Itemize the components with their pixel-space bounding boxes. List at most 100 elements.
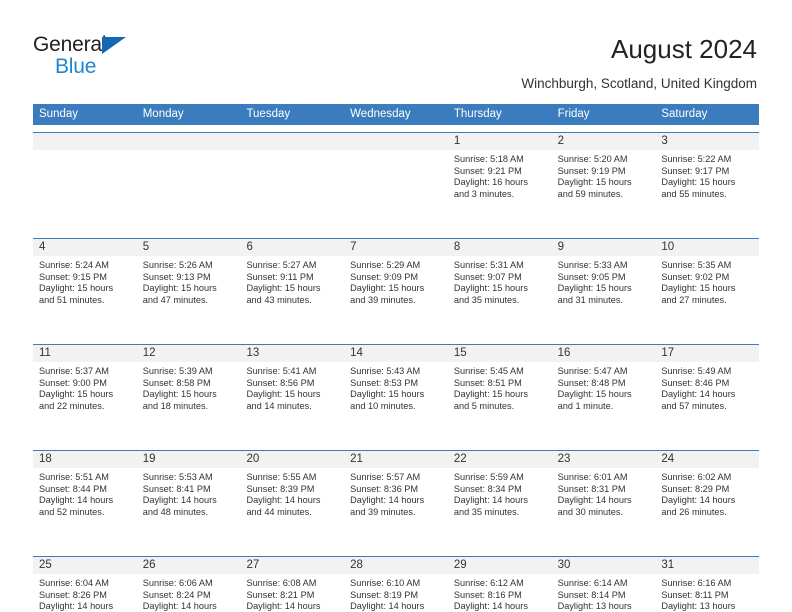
day-number[interactable]: 24 [655,451,759,468]
day-number[interactable]: 10 [655,239,759,256]
calendar-day-cell[interactable]: Sunrise: 5:45 AM Sunset: 8:51 PM Dayligh… [447,362,552,443]
daylight-text-cont: and 39 minutes. [350,294,416,305]
sunset-text: Sunset: 8:29 PM [661,483,730,494]
daylight-text: Daylight: 15 hours [39,283,114,294]
calendar-day-cell[interactable]: Sunrise: 5:49 AM Sunset: 8:46 PM Dayligh… [655,362,760,443]
day-number[interactable]: 17 [655,345,759,362]
calendar-day-cell[interactable]: Sunrise: 5:37 AM Sunset: 9:00 PM Dayligh… [33,362,137,443]
calendar-day-cell[interactable]: Sunrise: 5:59 AM Sunset: 8:34 PM Dayligh… [447,468,552,549]
daylight-text-cont: and 5 minutes. [453,400,515,411]
calendar-day-cell[interactable]: Sunrise: 5:26 AM Sunset: 9:13 PM Dayligh… [136,256,241,337]
day-number[interactable]: 19 [137,451,241,468]
day-number[interactable]: 30 [552,557,656,574]
calendar-day-cell[interactable]: Sunrise: 5:55 AM Sunset: 8:39 PM Dayligh… [240,468,345,549]
day-number[interactable]: 9 [552,239,656,256]
calendar-day-cell[interactable]: Sunrise: 5:29 AM Sunset: 9:09 PM Dayligh… [344,256,448,337]
calendar-day-cell[interactable]: Sunrise: 5:27 AM Sunset: 9:11 PM Dayligh… [240,256,345,337]
calendar-day-cell[interactable]: Sunrise: 5:57 AM Sunset: 8:36 PM Dayligh… [344,468,448,549]
sunset-text: Sunset: 8:53 PM [350,377,419,388]
calendar-day-cell[interactable]: Sunrise: 5:35 AM Sunset: 9:02 PM Dayligh… [655,256,760,337]
daylight-text: Daylight: 15 hours [661,177,736,188]
day-number[interactable]: 3 [655,133,759,150]
calendar-day-cell[interactable]: Sunrise: 5:47 AM Sunset: 8:48 PM Dayligh… [551,362,656,443]
day-number[interactable]: 29 [448,557,552,574]
calendar-day-cell[interactable]: Sunrise: 5:51 AM Sunset: 8:44 PM Dayligh… [33,468,137,549]
calendar-day-cell[interactable]: Sunrise: 5:31 AM Sunset: 9:07 PM Dayligh… [447,256,552,337]
calendar-day-cell[interactable]: Sunrise: 5:18 AM Sunset: 9:21 PM Dayligh… [447,150,552,231]
day-number[interactable] [344,133,448,150]
day-number[interactable]: 26 [137,557,241,574]
day-number[interactable]: 12 [137,345,241,362]
day-number[interactable]: 23 [552,451,656,468]
sunrise-text: Sunrise: 6:14 AM [557,578,628,588]
calendar-day-cell[interactable]: Sunrise: 6:08 AM Sunset: 8:21 PM Dayligh… [240,574,345,612]
calendar-day-cell[interactable]: Sunrise: 5:22 AM Sunset: 9:17 PM Dayligh… [655,150,760,231]
calendar-day-cell[interactable]: Sunrise: 5:39 AM Sunset: 8:58 PM Dayligh… [136,362,241,443]
dow-monday: Monday [142,108,184,120]
sunset-text: Sunset: 8:44 PM [39,483,107,494]
day-number[interactable]: 6 [240,239,344,256]
day-number[interactable]: 13 [240,345,344,362]
calendar-day-cell[interactable]: Sunrise: 6:06 AM Sunset: 8:24 PM Dayligh… [136,574,241,612]
day-number[interactable]: 22 [448,451,552,468]
daylight-text: Daylight: 15 hours [142,283,217,294]
day-number[interactable]: 25 [33,557,137,574]
sunset-text: Sunset: 8:21 PM [246,589,315,600]
sunset-text: Sunset: 9:21 PM [453,165,522,176]
day-number[interactable]: 5 [137,239,241,256]
day-number[interactable] [240,133,344,150]
calendar-day-cell[interactable]: Sunrise: 6:12 AM Sunset: 8:16 PM Dayligh… [447,574,552,612]
general-blue-logo[interactable]: General Blue [33,33,203,85]
daylight-text: Daylight: 14 hours [39,495,114,506]
day-number[interactable]: 21 [344,451,448,468]
day-number[interactable]: 1 [448,133,552,150]
calendar-day-cell[interactable]: Sunrise: 6:02 AM Sunset: 8:29 PM Dayligh… [655,468,760,549]
daylight-text: Daylight: 15 hours [350,283,425,294]
calendar-day-cell[interactable] [240,150,345,231]
calendar-day-cell[interactable]: Sunrise: 6:16 AM Sunset: 8:11 PM Dayligh… [655,574,760,612]
day-number[interactable]: 31 [655,557,759,574]
day-number[interactable]: 18 [33,451,137,468]
sunrise-text: Sunrise: 6:04 AM [39,578,109,588]
day-number[interactable]: 7 [344,239,448,256]
day-number[interactable] [137,133,241,150]
calendar-day-cell[interactable]: Sunrise: 5:53 AM Sunset: 8:41 PM Dayligh… [136,468,241,549]
daylight-text: Daylight: 14 hours [453,495,528,506]
daylight-text-cont: and 51 minutes. [39,294,105,305]
calendar-day-cell[interactable]: Sunrise: 5:43 AM Sunset: 8:53 PM Dayligh… [344,362,448,443]
calendar-week-row: 4 5 6 7 8 9 10 Sunrise: 5:24 AM Sunset: … [33,238,760,337]
daylight-text: Daylight: 14 hours [142,601,217,612]
sunrise-text: Sunrise: 5:39 AM [142,366,213,376]
day-number[interactable]: 16 [552,345,656,362]
day-number[interactable]: 27 [240,557,344,574]
day-number[interactable]: 15 [448,345,552,362]
calendar-day-cell[interactable] [344,150,448,231]
calendar-day-cell[interactable]: Sunrise: 5:24 AM Sunset: 9:15 PM Dayligh… [33,256,137,337]
calendar-day-cell[interactable]: Sunrise: 6:10 AM Sunset: 8:19 PM Dayligh… [344,574,448,612]
calendar-day-cell[interactable]: Sunrise: 6:01 AM Sunset: 8:31 PM Dayligh… [551,468,656,549]
calendar-day-cell[interactable]: Sunrise: 6:04 AM Sunset: 8:26 PM Dayligh… [33,574,137,612]
calendar-day-cell[interactable] [136,150,241,231]
day-number[interactable]: 20 [240,451,344,468]
day-number[interactable] [33,133,137,150]
daylight-text: Daylight: 13 hours [557,601,632,612]
day-number[interactable]: 2 [552,133,656,150]
day-number[interactable]: 8 [448,239,552,256]
calendar-day-cell[interactable]: Sunrise: 6:14 AM Sunset: 8:14 PM Dayligh… [551,574,656,612]
calendar-day-cell[interactable]: Sunrise: 5:33 AM Sunset: 9:05 PM Dayligh… [551,256,656,337]
sunrise-text: Sunrise: 5:33 AM [557,260,628,270]
sunset-text: Sunset: 9:07 PM [453,271,522,282]
sunset-text: Sunset: 8:11 PM [661,589,729,600]
calendar-day-cell[interactable] [33,150,137,231]
day-number[interactable]: 11 [33,345,137,362]
daylight-text: Daylight: 14 hours [453,601,528,612]
day-number[interactable]: 14 [344,345,448,362]
day-number[interactable]: 4 [33,239,137,256]
calendar-day-cell[interactable]: Sunrise: 5:41 AM Sunset: 8:56 PM Dayligh… [240,362,345,443]
sunrise-text: Sunrise: 6:08 AM [246,578,317,588]
day-number[interactable]: 28 [344,557,448,574]
calendar-day-cell[interactable]: Sunrise: 5:20 AM Sunset: 9:19 PM Dayligh… [551,150,656,231]
sunset-text: Sunset: 9:00 PM [39,377,107,388]
daylight-text-cont: and 22 minutes. [39,400,105,411]
sunset-text: Sunset: 8:58 PM [142,377,211,388]
